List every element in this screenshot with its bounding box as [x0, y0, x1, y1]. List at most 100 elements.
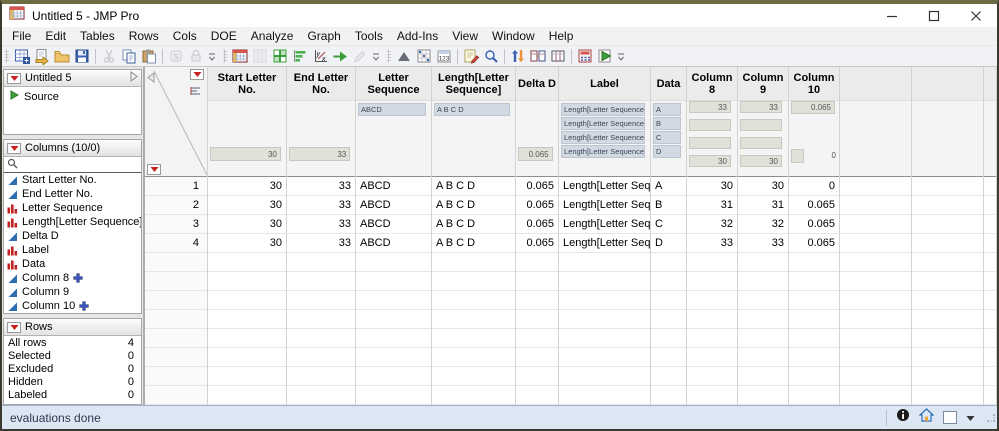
toolbar-annotate-button[interactable]: [461, 47, 481, 66]
cell[interactable]: A B C D: [432, 177, 515, 196]
menu-analyze[interactable]: Analyze: [244, 29, 301, 43]
cell[interactable]: [984, 196, 996, 215]
cell-empty[interactable]: [687, 367, 737, 386]
header-graph-bar[interactable]: D: [653, 145, 681, 158]
cell[interactable]: 33: [687, 234, 737, 253]
dropdown-arrow-icon[interactable]: [966, 409, 975, 427]
cell-empty[interactable]: [687, 310, 737, 329]
toolbar-journal-button[interactable]: [166, 47, 186, 66]
cell-empty[interactable]: [840, 310, 911, 329]
cell-empty[interactable]: [651, 329, 686, 348]
header-graph-bar[interactable]: A B C D: [434, 103, 510, 116]
cell-empty[interactable]: [984, 367, 996, 386]
cell-empty[interactable]: [840, 367, 911, 386]
cell[interactable]: [840, 234, 911, 253]
cell-empty[interactable]: [687, 348, 737, 367]
toolbar-tabulate-button[interactable]: [250, 47, 270, 66]
cell-empty[interactable]: [208, 367, 286, 386]
maximize-button[interactable]: [913, 4, 955, 27]
cell[interactable]: 0.065: [516, 177, 558, 196]
toolbar-data-table-button[interactable]: [230, 47, 250, 66]
cell[interactable]: [840, 177, 911, 196]
cell-empty[interactable]: [559, 253, 650, 272]
toolbar-drag-handle[interactable]: [387, 49, 391, 63]
cell-empty[interactable]: [516, 329, 558, 348]
cell[interactable]: 33: [287, 196, 355, 215]
column-item-column-9[interactable]: Column 9: [4, 285, 141, 299]
cell-empty[interactable]: [516, 386, 558, 405]
formula-plus-icon[interactable]: [73, 273, 83, 283]
cell-empty[interactable]: [840, 329, 911, 348]
row-number-empty[interactable]: [145, 329, 207, 348]
cell-empty[interactable]: [789, 272, 839, 291]
toolbar-open-file-button[interactable]: [52, 47, 72, 66]
header-graph-bar[interactable]: [689, 119, 731, 131]
row-number-empty[interactable]: [145, 253, 207, 272]
cell-empty[interactable]: [559, 310, 650, 329]
row-number[interactable]: 4: [145, 234, 207, 253]
cell-empty[interactable]: [840, 291, 911, 310]
cell-empty[interactable]: [516, 348, 558, 367]
cell-empty[interactable]: [912, 386, 983, 405]
cell-empty[interactable]: [516, 310, 558, 329]
cell[interactable]: A B C D: [432, 196, 515, 215]
toolbar-run-model-button[interactable]: [330, 47, 350, 66]
menu-rows[interactable]: Rows: [122, 29, 166, 43]
cell-empty[interactable]: [356, 367, 431, 386]
cell[interactable]: [912, 215, 983, 234]
rows-menu-icon[interactable]: [7, 322, 21, 333]
cell[interactable]: [912, 196, 983, 215]
cell-empty[interactable]: [912, 367, 983, 386]
collapse-panel-icon[interactable]: [147, 70, 155, 88]
cell[interactable]: 32: [687, 215, 737, 234]
cell-empty[interactable]: [912, 310, 983, 329]
cell-empty[interactable]: [287, 310, 355, 329]
cell-empty[interactable]: [687, 329, 737, 348]
menu-cols[interactable]: Cols: [166, 29, 204, 43]
cell[interactable]: A: [651, 177, 686, 196]
cell[interactable]: 33: [287, 234, 355, 253]
columns-search-input[interactable]: [21, 159, 142, 171]
menu-file[interactable]: File: [5, 29, 38, 43]
cell-empty[interactable]: [516, 253, 558, 272]
cell-empty[interactable]: [912, 272, 983, 291]
cell-empty[interactable]: [432, 253, 515, 272]
source-item[interactable]: Source: [4, 87, 141, 103]
cell-empty[interactable]: [789, 253, 839, 272]
cell-empty[interactable]: [287, 291, 355, 310]
cell[interactable]: 30: [687, 177, 737, 196]
menu-graph[interactable]: Graph: [300, 29, 347, 43]
header-graph-bar[interactable]: [740, 137, 782, 149]
cell[interactable]: [984, 177, 996, 196]
cell-empty[interactable]: [651, 348, 686, 367]
header-graph-bar[interactable]: A: [653, 103, 681, 116]
cell[interactable]: 0.065: [789, 234, 839, 253]
column-item-label[interactable]: Label: [4, 243, 141, 257]
menu-view[interactable]: View: [445, 29, 485, 43]
header-graph-bar[interactable]: 0.065: [791, 101, 835, 114]
column-header[interactable]: [912, 67, 983, 101]
cell-empty[interactable]: [738, 367, 788, 386]
cell[interactable]: 30: [738, 177, 788, 196]
toolbar-sort-columns-button[interactable]: [508, 47, 528, 66]
header-graph-bar[interactable]: 33: [289, 147, 350, 161]
cell-empty[interactable]: [651, 272, 686, 291]
column-header[interactable]: Column 9: [738, 67, 788, 101]
toolbar-join-tables-button[interactable]: [528, 47, 548, 66]
toolbar-date-time-button[interactable]: 123: [434, 47, 454, 66]
cell[interactable]: [840, 196, 911, 215]
cell-empty[interactable]: [356, 291, 431, 310]
cell-empty[interactable]: [287, 329, 355, 348]
cell[interactable]: 30: [208, 177, 286, 196]
header-graph-bar[interactable]: 33: [740, 101, 782, 113]
cell-empty[interactable]: [651, 367, 686, 386]
cell[interactable]: 33: [287, 215, 355, 234]
cell[interactable]: [840, 215, 911, 234]
cell[interactable]: 33: [738, 234, 788, 253]
cell-empty[interactable]: [208, 291, 286, 310]
cell-empty[interactable]: [984, 291, 996, 310]
column-header[interactable]: Column 10: [789, 67, 839, 101]
header-graph-bar[interactable]: B: [653, 117, 681, 130]
menu-help[interactable]: Help: [542, 29, 581, 43]
row-number-empty[interactable]: [145, 367, 207, 386]
